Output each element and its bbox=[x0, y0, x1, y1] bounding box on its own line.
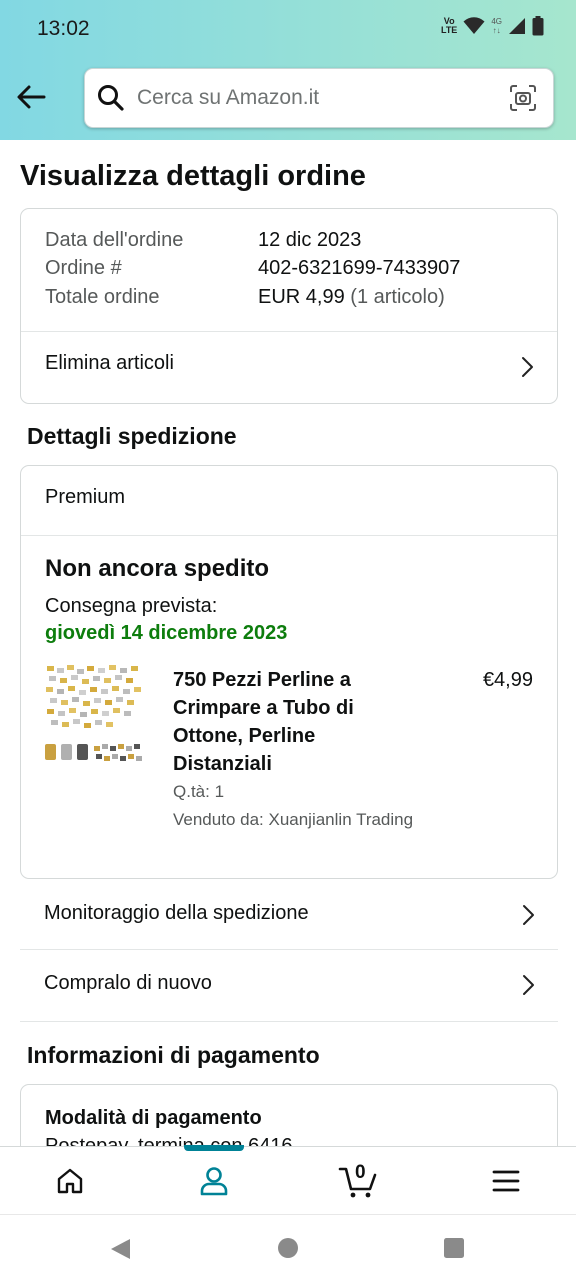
system-home-icon[interactable] bbox=[277, 1237, 299, 1259]
buy-again-label: Compralo di nuovo bbox=[44, 972, 212, 994]
bottom-navigation: 0 bbox=[0, 1145, 576, 1214]
cart-count-badge: 0 bbox=[355, 1162, 366, 1183]
status-time: 13:02 bbox=[37, 17, 90, 40]
search-bar[interactable] bbox=[84, 68, 554, 128]
nav-account[interactable] bbox=[194, 1161, 234, 1201]
system-icons: Vo LTE 4G ↑↓ bbox=[441, 16, 544, 36]
network-type-icon: 4G ↑↓ bbox=[491, 17, 502, 35]
delivery-label: Consegna prevista: bbox=[45, 595, 218, 617]
search-input[interactable] bbox=[137, 81, 497, 115]
order-total-value: EUR 4,99 (1 articolo) bbox=[258, 286, 445, 309]
shipment-status: Non ancora spedito bbox=[45, 555, 270, 582]
remove-items-label: Elimina articoli bbox=[45, 352, 174, 374]
order-date-label: Data dell'ordine bbox=[45, 229, 184, 251]
status-bar: 13:02 Vo LTE 4G ↑↓ bbox=[0, 0, 576, 56]
system-back-icon[interactable] bbox=[108, 1237, 132, 1261]
wifi-icon bbox=[463, 17, 485, 34]
remove-items-row[interactable]: Elimina articoli bbox=[21, 332, 557, 404]
nav-home[interactable] bbox=[50, 1161, 90, 1201]
delivery-date: giovedì 14 dicembre 2023 bbox=[45, 622, 288, 644]
product-price: €4,99 bbox=[482, 669, 533, 691]
chevron-right-icon bbox=[523, 905, 534, 925]
home-icon bbox=[57, 1168, 83, 1194]
volte-bottom-label: LTE bbox=[440, 25, 458, 35]
order-total-amount: EUR 4,99 bbox=[258, 286, 345, 308]
payment-section-title: Informazioni di pagamento bbox=[27, 1042, 320, 1068]
product-name[interactable]: 750 Pezzi Perline a Crimpare a Tubo di O… bbox=[173, 666, 413, 778]
payment-method-label: Modalità di pagamento bbox=[45, 1107, 262, 1129]
search-icon[interactable] bbox=[96, 83, 126, 113]
app-header: 13:02 Vo LTE 4G ↑↓ bbox=[0, 0, 576, 140]
divider bbox=[21, 535, 557, 536]
chevron-right-icon bbox=[523, 975, 534, 995]
shipment-card: Premium Non ancora spedito Consegna prev… bbox=[20, 465, 558, 879]
camera-scan-icon[interactable] bbox=[509, 84, 537, 112]
order-date-value: 12 dic 2023 bbox=[258, 229, 362, 251]
account-icon bbox=[200, 1167, 228, 1196]
active-tab-indicator bbox=[184, 1145, 244, 1151]
shipment-section-title: Dettagli spedizione bbox=[27, 423, 237, 449]
arrow-left-icon[interactable] bbox=[14, 80, 48, 114]
system-navigation-bar bbox=[0, 1214, 576, 1280]
order-number-value: 402-6321699-7433907 bbox=[258, 257, 461, 279]
order-number-label: Ordine # bbox=[45, 257, 122, 279]
order-details-content: Visualizza dettagli ordine Data dell'ord… bbox=[0, 140, 576, 1146]
buy-again-row[interactable]: Compralo di nuovo bbox=[20, 950, 558, 1022]
network-top-label: 4G bbox=[491, 17, 502, 26]
volte-icon: Vo LTE bbox=[441, 17, 457, 35]
menu-icon bbox=[492, 1170, 520, 1192]
order-total-items: (1 articolo) bbox=[350, 286, 445, 308]
system-recents-icon[interactable] bbox=[443, 1237, 465, 1259]
product-quantity: Q.tà: 1 bbox=[173, 782, 225, 801]
product-seller: Venduto da: Xuanjianlin Trading bbox=[173, 810, 414, 829]
nav-menu[interactable] bbox=[486, 1161, 526, 1201]
order-summary-card: Data dell'ordine 12 dic 2023 Ordine # 40… bbox=[20, 208, 558, 404]
shipping-type: Premium bbox=[45, 486, 126, 508]
network-bottom-label: ↑↓ bbox=[492, 26, 501, 35]
order-total-label: Totale ordine bbox=[45, 286, 160, 308]
track-shipment-label: Monitoraggio della spedizione bbox=[44, 902, 309, 924]
product-image[interactable] bbox=[43, 662, 149, 772]
page-title: Visualizza dettagli ordine bbox=[20, 160, 366, 192]
payment-card: Modalità di pagamento Postepay, termina … bbox=[20, 1084, 558, 1146]
chevron-right-icon bbox=[522, 357, 533, 377]
track-shipment-row[interactable]: Monitoraggio della spedizione bbox=[20, 880, 558, 950]
signal-icon bbox=[509, 18, 525, 34]
payment-method-value: Postepay, termina con 6416 bbox=[45, 1135, 293, 1146]
battery-icon bbox=[532, 16, 544, 36]
